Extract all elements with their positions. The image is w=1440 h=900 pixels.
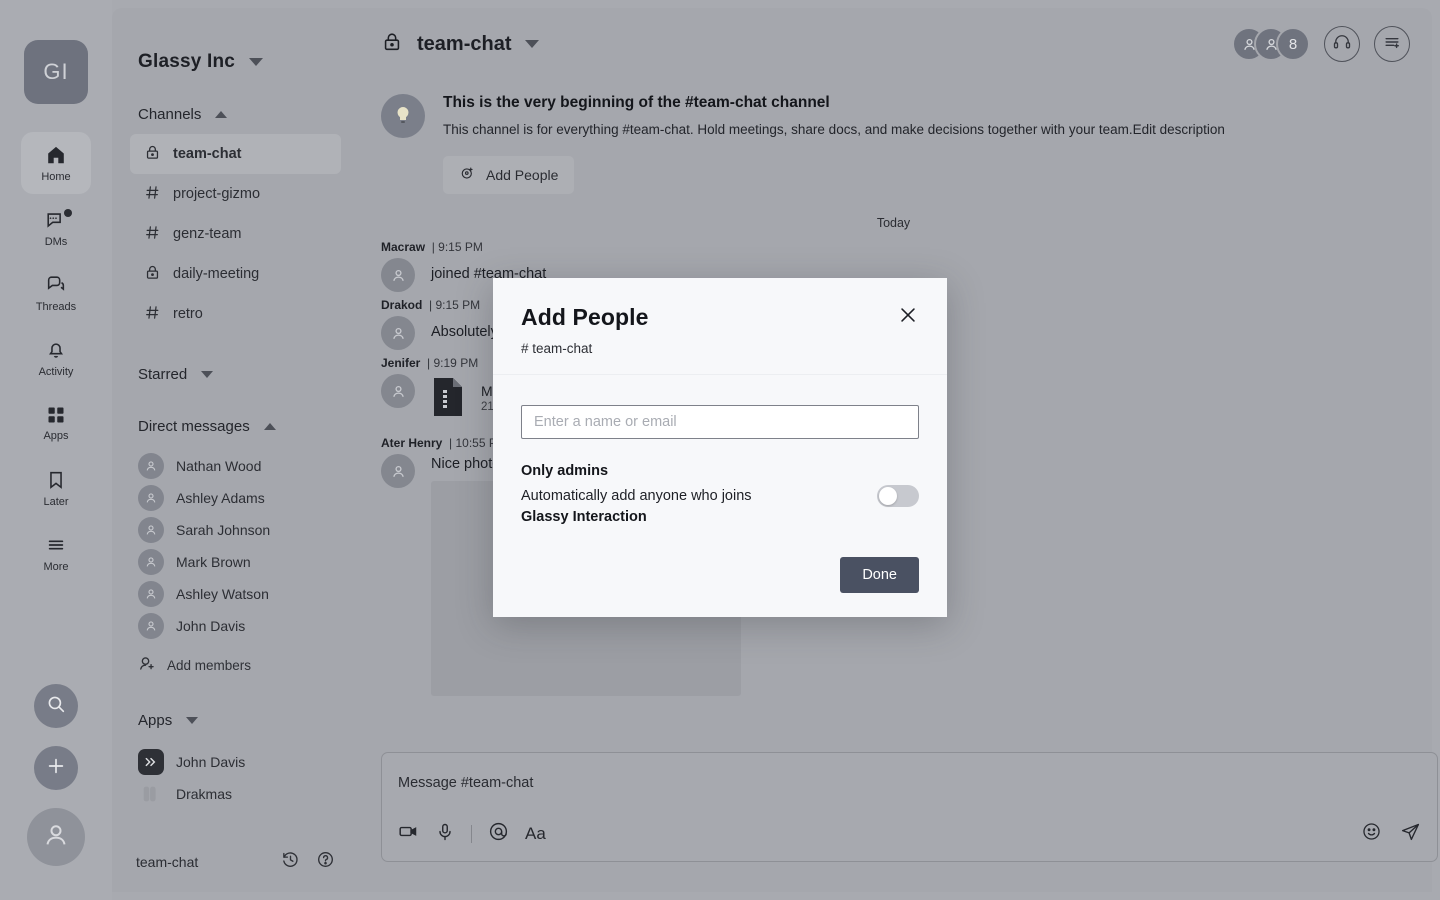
auto-add-toggle[interactable]	[877, 485, 919, 507]
option-line-1: Automatically add anyone who joins	[521, 488, 752, 504]
modal-title: Add People	[521, 304, 649, 330]
modal-subtitle: # team-chat	[521, 341, 593, 356]
modal-body: Only admins Automatically add anyone who…	[493, 374, 947, 535]
auto-add-option: Only admins Automatically add anyone who…	[521, 463, 919, 525]
modal-footer: Done	[493, 535, 947, 617]
modal-header: Add People # team-chat	[493, 278, 947, 374]
option-title: Only admins	[521, 463, 609, 479]
name-or-email-input[interactable]	[521, 405, 919, 439]
close-icon[interactable]	[897, 304, 919, 326]
option-line-2: Glassy Interaction	[521, 509, 647, 525]
done-button[interactable]: Done	[840, 557, 919, 593]
toggle-knob	[879, 487, 897, 505]
app-window: GI Home DMs Threads Activity Apps Later …	[0, 0, 1440, 900]
add-people-modal: Add People # team-chat Only admins Autom…	[493, 278, 947, 617]
